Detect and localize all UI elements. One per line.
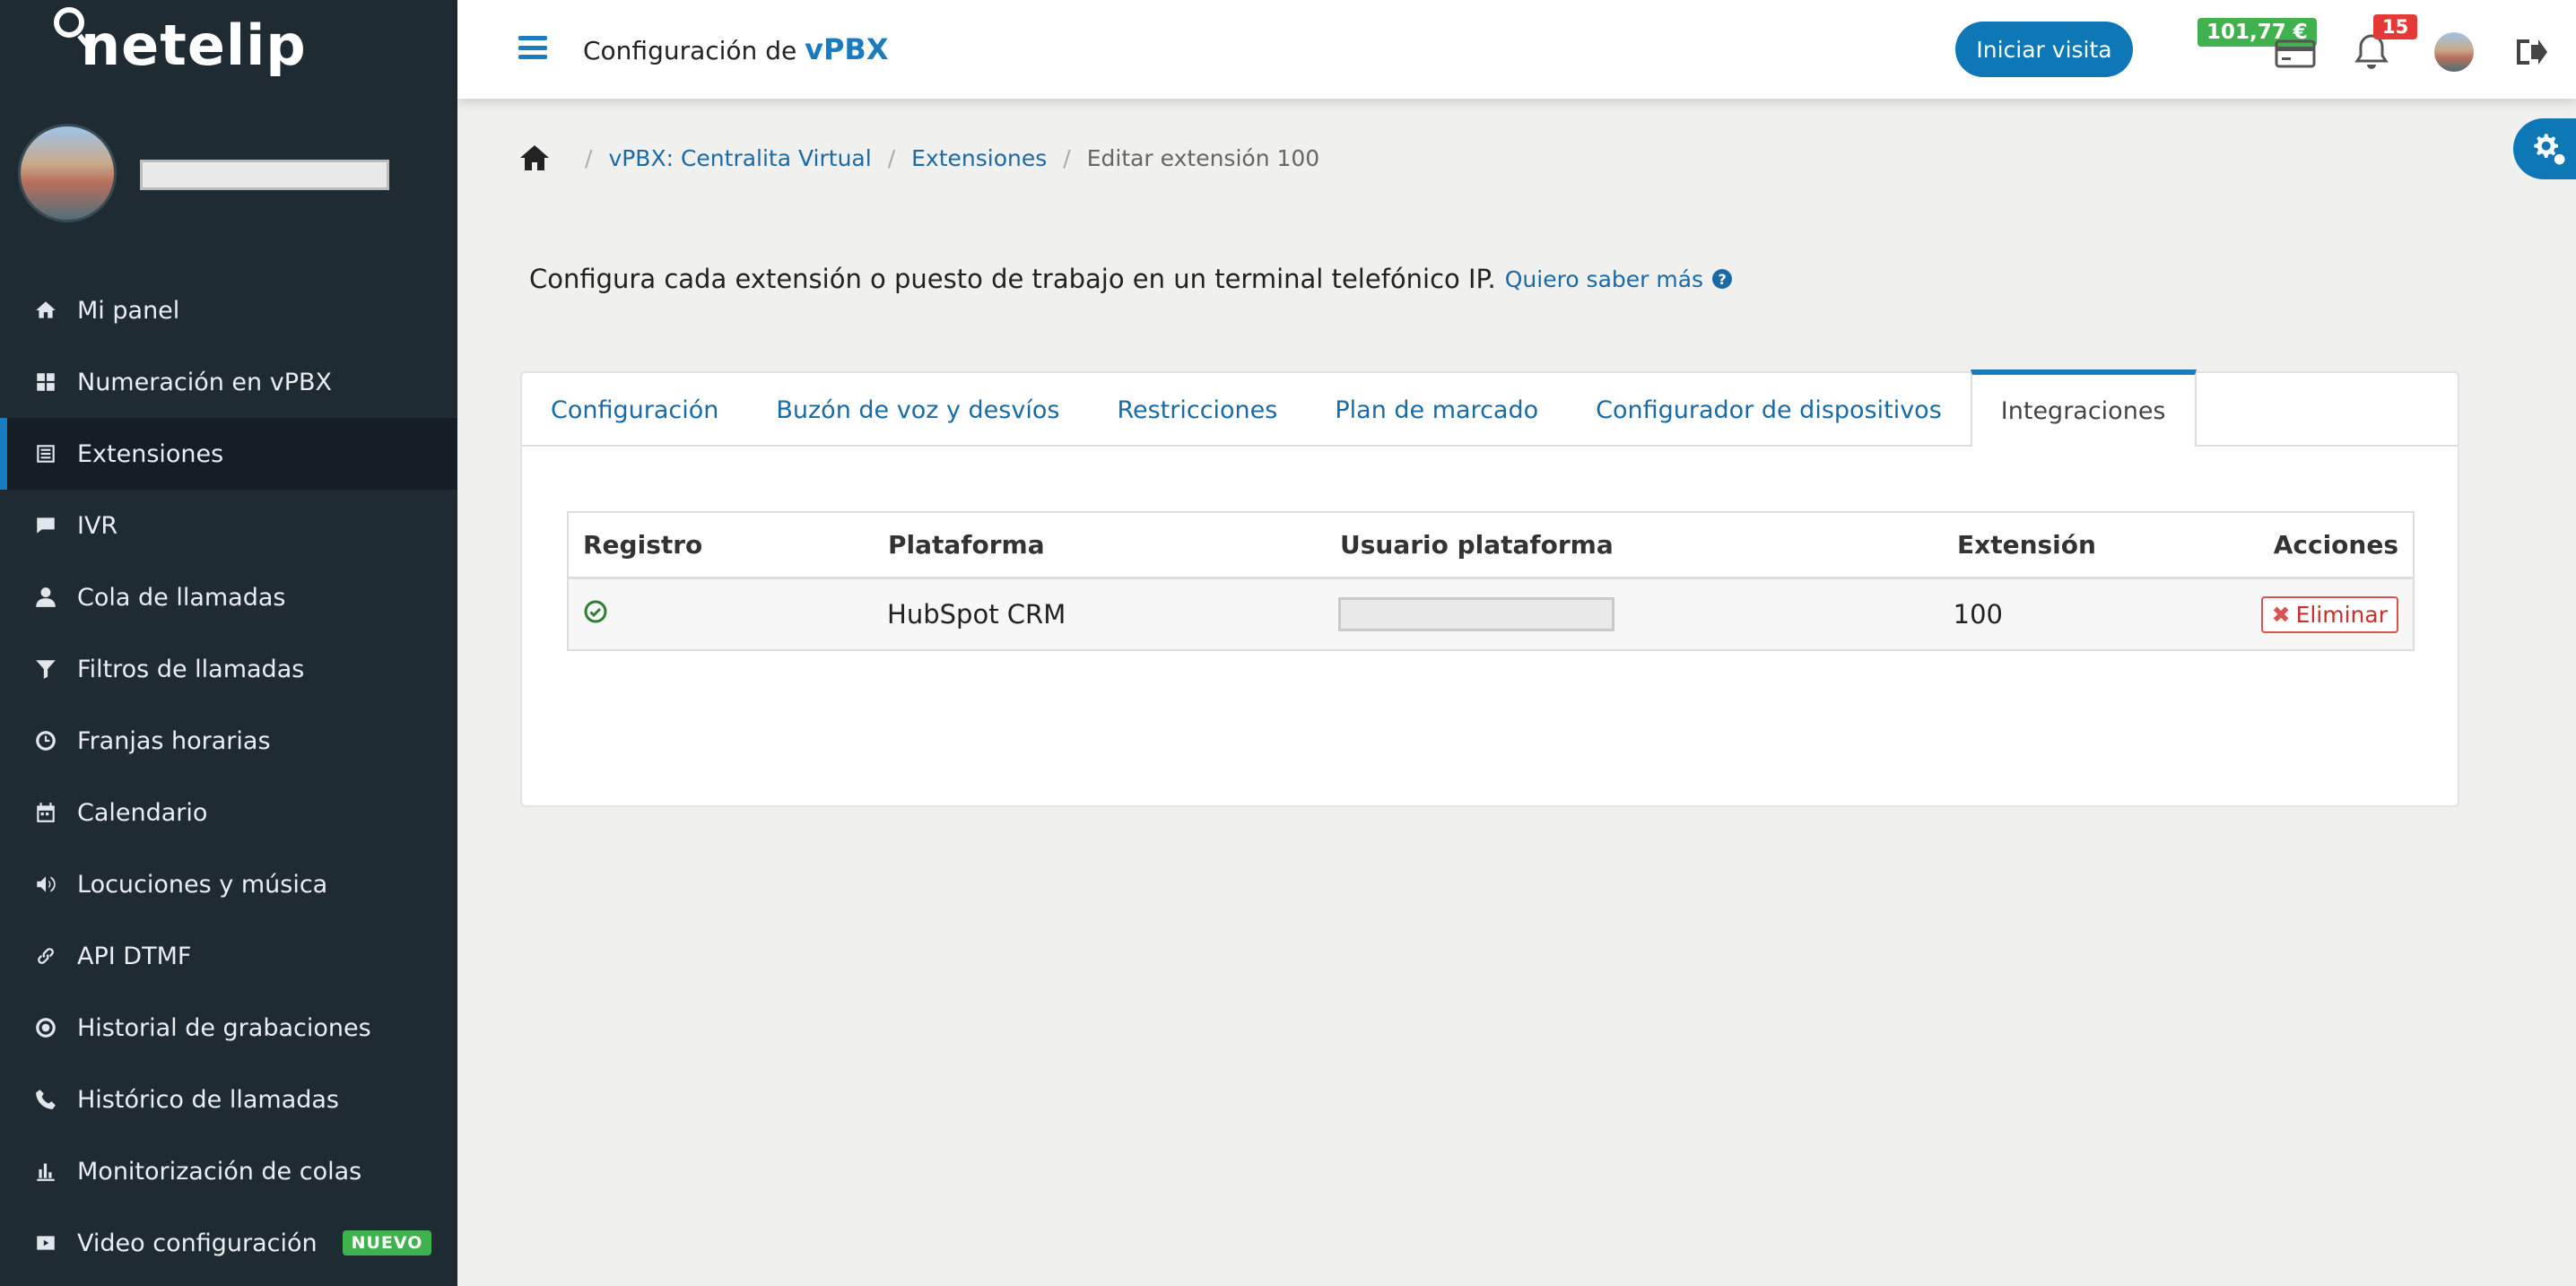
gears-icon	[2534, 134, 2565, 165]
sidebar-item-monitorizacion[interactable]: Monitorización de colas	[0, 1135, 457, 1207]
sidebar-item-label: Numeración en vPBX	[77, 368, 333, 396]
integrations-table: Registro Plataforma Usuario plataforma E…	[567, 511, 2415, 651]
sidebar-item-filtros[interactable]: Filtros de llamadas	[0, 633, 457, 705]
column-header-acciones: Acciones	[2273, 530, 2398, 560]
sidebar: netelip Mi panel Numeración en vPBX Exte…	[0, 0, 457, 1286]
record-icon	[32, 1014, 59, 1041]
settings-gears-button[interactable]	[2513, 118, 2576, 179]
start-tour-button[interactable]: Iniciar visita	[1955, 22, 2133, 77]
sidebar-item-cola-llamadas[interactable]: Cola de llamadas	[0, 561, 457, 633]
breadcrumb-separator: /	[585, 144, 593, 171]
clock-icon	[32, 727, 59, 754]
bar-chart-icon	[32, 1158, 59, 1185]
learn-more-link[interactable]: Quiero saber más ?	[1505, 266, 1733, 292]
breadcrumb-extensiones[interactable]: Extensiones	[911, 145, 1047, 171]
sidebar-item-video[interactable]: Video configuración NUEVO	[0, 1207, 457, 1279]
column-header-extension: Extensión	[1957, 530, 2096, 560]
sidebar-item-label: Historial de grabaciones	[77, 1013, 371, 1042]
user-icon	[32, 584, 59, 611]
hamburger-menu-icon[interactable]	[518, 36, 547, 59]
delete-button[interactable]: ✖ Eliminar	[2260, 595, 2398, 633]
page-title: Configuración de vPBX	[583, 32, 889, 66]
home-icon[interactable]	[518, 143, 551, 172]
sidebar-item-label: Cola de llamadas	[77, 583, 286, 612]
phone-icon	[32, 1086, 59, 1113]
list-icon	[32, 440, 59, 467]
sidebar-item-label: Video configuración	[77, 1229, 318, 1257]
sidebar-item-franjas[interactable]: Franjas horarias	[0, 705, 457, 777]
tab-plan-marcado[interactable]: Plan de marcado	[1306, 373, 1567, 447]
video-icon	[32, 1230, 59, 1256]
header-avatar[interactable]	[2434, 32, 2474, 72]
extension-cell: 100	[1953, 599, 2003, 630]
breadcrumb-separator: /	[1063, 144, 1071, 171]
tab-configurador-dispositivos[interactable]: Configurador de dispositivos	[1567, 373, 1971, 447]
sidebar-item-historico[interactable]: Histórico de llamadas	[0, 1064, 457, 1135]
link-icon	[32, 943, 59, 969]
tab-buzon-voz[interactable]: Buzón de voz y desvíos	[747, 373, 1088, 447]
sidebar-item-locuciones[interactable]: Locuciones y música	[0, 848, 457, 920]
tab-restricciones[interactable]: Restricciones	[1088, 373, 1306, 447]
credit-card-icon[interactable]	[2275, 36, 2316, 68]
tab-configuracion[interactable]: Configuración	[522, 373, 747, 447]
sidebar-item-extensiones[interactable]: Extensiones	[0, 418, 457, 490]
sidebar-item-label: Monitorización de colas	[77, 1157, 362, 1186]
calendar-icon	[32, 799, 59, 826]
table-row: HubSpot CRM 100 ✖ Eliminar	[569, 579, 2413, 649]
notification-count-badge[interactable]: 15	[2373, 14, 2418, 39]
top-header: Configuración de vPBX Iniciar visita 101…	[457, 0, 2576, 99]
filter-icon	[32, 656, 59, 682]
sidebar-item-grabaciones[interactable]: Historial de grabaciones	[0, 992, 457, 1064]
breadcrumb-current: Editar extensión 100	[1086, 144, 1320, 171]
tab-bar: Configuración Buzón de voz y desvíos Res…	[522, 369, 2458, 447]
breadcrumb: / vPBX: Centralita Virtual / Extensiones…	[518, 143, 1319, 172]
registro-cell	[569, 599, 873, 630]
sidebar-item-label: Mi panel	[77, 296, 180, 325]
user-avatar[interactable]	[18, 124, 117, 222]
close-icon: ✖	[2271, 601, 2291, 628]
breadcrumb-separator: /	[887, 144, 896, 171]
sidebar-item-label: Extensiones	[77, 439, 224, 468]
check-circle-icon	[584, 600, 607, 622]
grid-icon	[32, 369, 59, 395]
sidebar-item-api-dtmf[interactable]: API DTMF	[0, 920, 457, 992]
logo-pin-icon	[54, 7, 84, 38]
column-header-registro: Registro	[583, 530, 703, 560]
new-badge: NUEVO	[342, 1230, 432, 1256]
volume-icon	[32, 871, 59, 898]
netelip-logo[interactable]: netelip	[54, 7, 307, 74]
intro-text: Configura cada extensión o puesto de tra…	[529, 264, 1733, 294]
sidebar-item-mi-panel[interactable]: Mi panel	[0, 274, 457, 346]
sidebar-item-label: IVR	[77, 511, 118, 540]
table-header-row: Registro Plataforma Usuario plataforma E…	[569, 513, 2413, 579]
sidebar-item-label: Filtros de llamadas	[77, 655, 305, 683]
tab-integraciones[interactable]: Integraciones	[1970, 369, 2197, 447]
platform-user-redacted	[1337, 597, 1614, 631]
column-header-plataforma: Plataforma	[888, 530, 1045, 560]
user-name-redacted	[140, 160, 389, 190]
sidebar-item-label: API DTMF	[77, 942, 192, 970]
logout-icon[interactable]	[2513, 36, 2549, 68]
sidebar-item-label: Locuciones y música	[77, 870, 328, 899]
breadcrumb-vpbx[interactable]: vPBX: Centralita Virtual	[608, 145, 871, 171]
sidebar-nav: Mi panel Numeración en vPBX Extensiones …	[0, 274, 457, 1279]
sidebar-item-numeracion[interactable]: Numeración en vPBX	[0, 346, 457, 418]
actions-cell: ✖ Eliminar	[2260, 595, 2413, 633]
sidebar-item-calendario[interactable]: Calendario	[0, 777, 457, 848]
chat-icon	[32, 512, 59, 539]
home-icon	[32, 297, 59, 324]
platform-cell: HubSpot CRM	[887, 599, 1066, 630]
sidebar-item-label: Calendario	[77, 798, 208, 827]
extension-panel: Configuración Buzón de voz y desvíos Res…	[520, 369, 2459, 807]
platform-user-cell	[1331, 597, 1939, 631]
sidebar-item-ivr[interactable]: IVR	[0, 490, 457, 561]
column-header-usuario: Usuario plataforma	[1340, 530, 1614, 560]
sidebar-item-label: Franjas horarias	[77, 726, 271, 755]
question-icon: ?	[1712, 269, 1733, 289]
sidebar-item-label: Histórico de llamadas	[77, 1085, 340, 1114]
